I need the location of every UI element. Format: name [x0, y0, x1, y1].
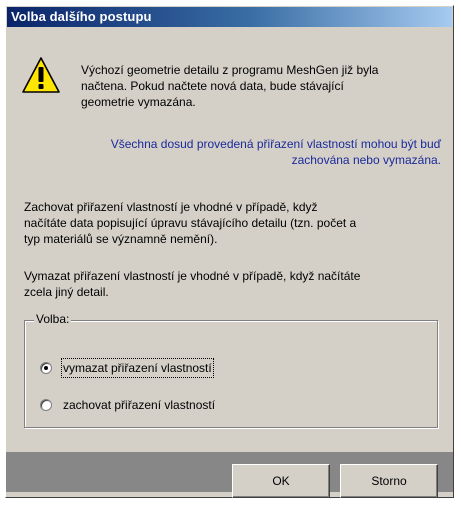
- info-message: Všechna dosud provedená přiřazení vlastn…: [10, 136, 441, 168]
- radio-label-delete[interactable]: vymazat přiřazení vlastností: [61, 358, 214, 378]
- warning-icon: [22, 57, 60, 93]
- radio-button-delete[interactable]: [40, 362, 52, 374]
- intro-message: Výchozí geometrie detailu z programu Mes…: [81, 62, 441, 110]
- ok-button[interactable]: OK: [232, 464, 330, 498]
- window-title: Volba dalšího postupu: [11, 9, 152, 24]
- delete-line: Vymazat přiřazení vlastností je vhodné v…: [24, 269, 361, 283]
- keep-line: načítáte data popisující úpravu stávajíc…: [24, 216, 357, 230]
- delete-line: zcela jiný detail.: [24, 285, 109, 299]
- title-bar[interactable]: Volba dalšího postupu: [7, 7, 452, 27]
- radio-option-delete[interactable]: vymazat přiřazení vlastností: [40, 358, 214, 378]
- keep-line: typ materiálů se významně nemění).: [24, 232, 218, 246]
- dialog-window: Volba dalšího postupu Výchozí geometrie …: [0, 0, 461, 505]
- intro-line: načtena. Pokud načtete nová data, bude s…: [81, 79, 344, 93]
- keep-explanation: Zachovat přiřazení vlastností je vhodné …: [24, 199, 440, 247]
- info-line: zachována nebo vymazána.: [291, 153, 441, 167]
- choice-group-legend: Volba:: [34, 312, 72, 326]
- keep-line: Zachovat přiřazení vlastností je vhodné …: [24, 200, 318, 214]
- delete-explanation: Vymazat přiřazení vlastností je vhodné v…: [24, 268, 440, 300]
- radio-option-keep[interactable]: zachovat přiřazení vlastností: [40, 396, 216, 414]
- intro-line: Výchozí geometrie detailu z programu Mes…: [81, 63, 379, 77]
- info-line: Všechna dosud provedená přiřazení vlastn…: [110, 137, 441, 151]
- cancel-button[interactable]: Storno: [340, 464, 438, 498]
- radio-label-keep[interactable]: zachovat přiřazení vlastností: [62, 396, 216, 414]
- radio-button-keep[interactable]: [40, 399, 52, 411]
- intro-line: geometrie vymazána.: [81, 95, 196, 109]
